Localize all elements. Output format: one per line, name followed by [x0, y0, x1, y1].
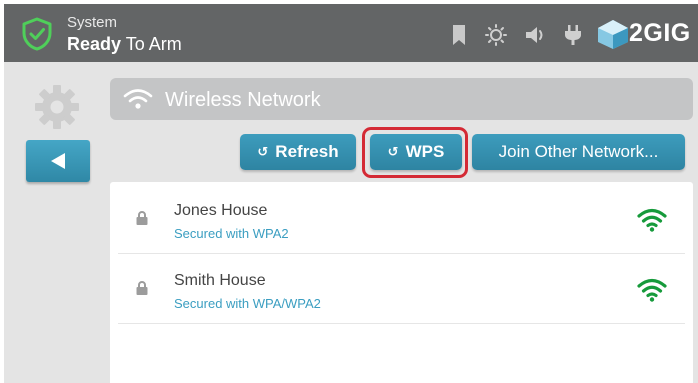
- page-title: Wireless Network: [165, 89, 321, 111]
- lock-icon: [136, 281, 148, 295]
- device-screen: System Ready To Arm 2GIG Wireless Networ…: [4, 4, 698, 383]
- refresh-label: Refresh: [275, 142, 339, 161]
- network-name: Smith House: [174, 272, 266, 289]
- back-button[interactable]: [26, 140, 90, 182]
- status-header: System Ready To Arm 2GIG: [4, 4, 698, 62]
- row-divider: [118, 323, 685, 324]
- wifi-signal-full-icon: [637, 278, 667, 302]
- status-value-rest: To Arm: [121, 34, 182, 54]
- wifi-icon: [123, 89, 153, 109]
- 2gig-logo-icon: [598, 20, 628, 49]
- status-value: Ready To Arm: [67, 34, 182, 55]
- gear-icon[interactable]: [34, 84, 80, 130]
- status-label: System: [67, 14, 118, 31]
- join-other-network-label: Join Other Network...: [498, 142, 659, 161]
- join-other-network-button[interactable]: Join Other Network...: [472, 134, 685, 170]
- bookmark-icon[interactable]: [452, 24, 466, 46]
- lock-icon: [136, 211, 148, 225]
- network-row[interactable]: Smith House Secured with WPA/WPA2: [110, 254, 693, 324]
- network-security: Secured with WPA/WPA2: [174, 296, 321, 311]
- wifi-signal-full-icon: [637, 208, 667, 232]
- status-value-bold: Ready: [67, 34, 122, 54]
- refresh-button[interactable]: ↺ Refresh: [240, 134, 356, 170]
- wps-highlight-outline: [362, 127, 468, 178]
- network-security: Secured with WPA2: [174, 226, 289, 241]
- volume-icon[interactable]: [524, 24, 548, 46]
- back-arrow-icon: [51, 153, 65, 169]
- network-list: Jones House Secured with WPA2 Smith Hous…: [110, 182, 693, 383]
- network-row[interactable]: Jones House Secured with WPA2: [110, 184, 693, 254]
- brand-name: 2GIG: [629, 19, 691, 47]
- network-name: Jones House: [174, 202, 268, 219]
- power-plug-icon[interactable]: [563, 24, 583, 46]
- brightness-icon[interactable]: [484, 24, 508, 46]
- page-title-bar: Wireless Network: [110, 78, 693, 120]
- shield-check-icon: [22, 17, 52, 51]
- refresh-icon: ↺: [257, 144, 269, 159]
